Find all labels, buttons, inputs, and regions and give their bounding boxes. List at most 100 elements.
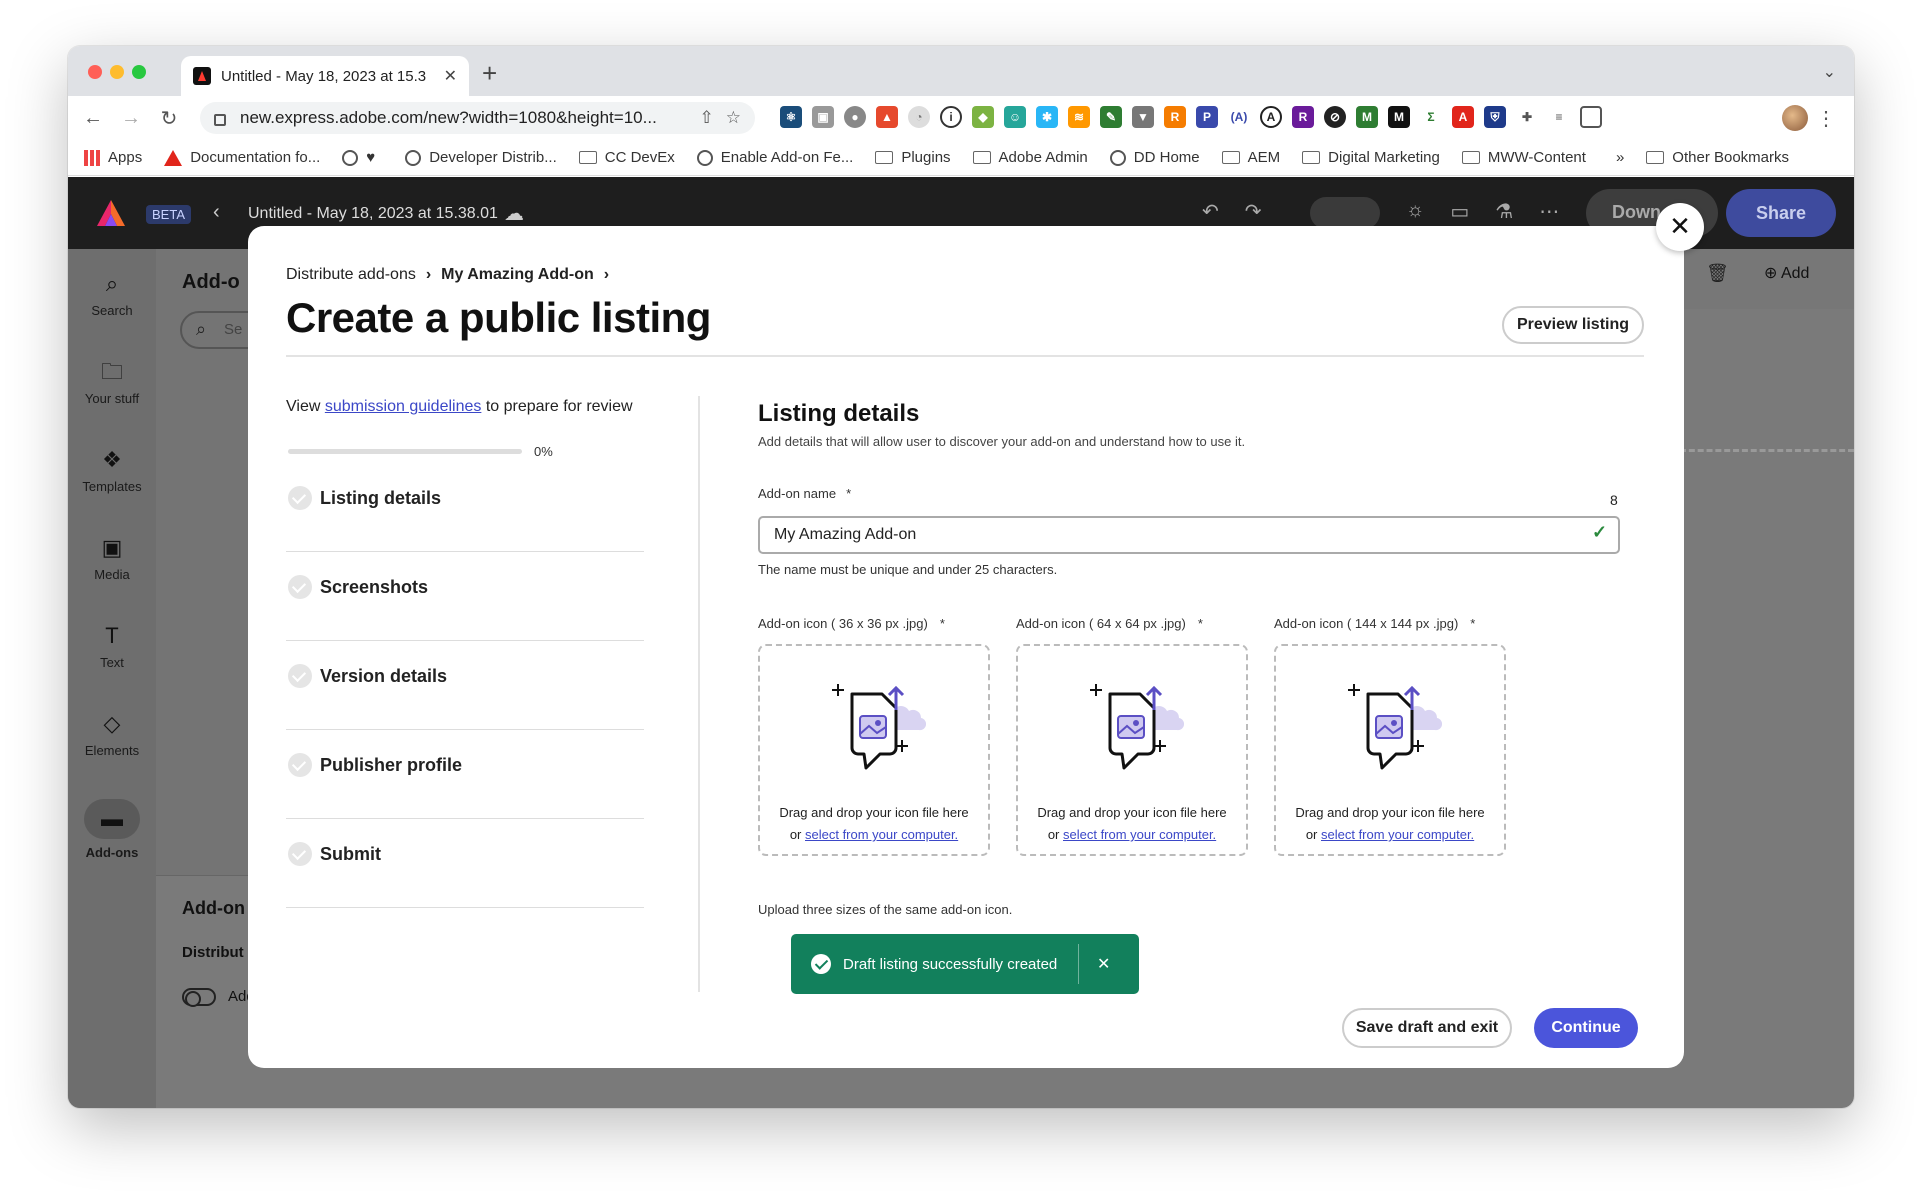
share-icon[interactable]: ⇧ <box>700 108 714 128</box>
continue-button[interactable]: Continue <box>1534 1008 1638 1048</box>
extension-shield-icon[interactable]: ⛨ <box>1484 106 1506 128</box>
extension-orange-icon[interactable]: R <box>1164 106 1186 128</box>
step-item[interactable]: Listing details <box>286 464 644 552</box>
select-file-link[interactable]: select from your computer. <box>805 827 958 842</box>
bookmark-item[interactable]: AEM <box>1221 149 1280 166</box>
forward-arrow-icon[interactable]: → <box>112 107 150 130</box>
flask-icon[interactable]: ⚗ <box>1495 199 1513 224</box>
addon-testing-toggle[interactable] <box>182 988 216 1007</box>
collaborators-button[interactable] <box>1310 197 1380 229</box>
address-bar[interactable]: new.express.adobe.com/new?width=1080&hei… <box>200 102 755 134</box>
nav-item-add-ons[interactable]: ▬ Add-ons <box>68 799 156 860</box>
toast-close-icon[interactable]: ✕ <box>1097 954 1139 974</box>
maximize-window-button[interactable] <box>132 65 146 79</box>
step-item[interactable]: Version details <box>286 642 644 730</box>
bookmark-item[interactable]: Enable Add-on Fe... <box>696 149 853 166</box>
lightbulb-icon[interactable]: ☼ <box>1406 199 1424 224</box>
new-tab-button[interactable]: + <box>482 58 497 89</box>
extension-asterisk-icon[interactable]: ✱ <box>1036 106 1058 128</box>
icon-drop-zone[interactable]: Drag and drop your icon file here or sele… <box>1016 644 1248 856</box>
bookmark-item[interactable]: Developer Distrib... <box>405 149 557 166</box>
nav-item-search[interactable]: ⌕ Search <box>68 271 156 318</box>
profile-avatar[interactable] <box>1782 105 1808 131</box>
icon-drop-zone[interactable]: Drag and drop your icon file here or sele… <box>1274 644 1506 856</box>
save-draft-button[interactable]: Save draft and exit <box>1342 1008 1512 1048</box>
browser-menu-icon[interactable]: ⋮ <box>1816 106 1836 131</box>
bookmarks-overflow-button[interactable]: » <box>1616 149 1624 166</box>
more-icon[interactable]: ⋯ <box>1539 199 1559 224</box>
select-file-link[interactable]: select from your computer. <box>1321 827 1474 842</box>
modal-close-button[interactable]: ✕ <box>1656 203 1704 251</box>
step-item[interactable]: Submit <box>286 820 644 908</box>
back-arrow-icon[interactable]: ← <box>74 107 112 130</box>
tab-search-chevron-icon[interactable]: ⌄ <box>1823 62 1836 82</box>
extensions-puzzle-icon[interactable]: ✚ <box>1516 106 1538 128</box>
extension-evernote-icon[interactable]: ✎ <box>1100 106 1122 128</box>
preview-listing-button[interactable]: Preview listing <box>1502 306 1644 344</box>
extension-timer-icon[interactable]: ◔ <box>908 106 930 128</box>
extension-green-icon[interactable]: ☺ <box>1004 106 1026 128</box>
bookmark-item[interactable]: Digital Marketing <box>1302 149 1440 166</box>
document-title[interactable]: Untitled - May 18, 2023 at 15.38.01 <box>248 205 498 223</box>
extension-info-icon[interactable]: i <box>940 106 962 128</box>
step-item[interactable]: Publisher profile <box>286 731 644 819</box>
submission-guidelines-link[interactable]: submission guidelines <box>325 398 482 415</box>
addon-name-input[interactable]: My Amazing Add-on <box>758 516 1620 554</box>
extension-android-icon[interactable]: ◆ <box>972 106 994 128</box>
extension-m-icon[interactable]: M <box>1356 106 1378 128</box>
nav-item-elements[interactable]: ◇ Elements <box>68 711 156 758</box>
nav-item-templates[interactable]: ❖ Templates <box>68 447 156 494</box>
undo-icon[interactable]: ↶ <box>1202 199 1219 224</box>
extension-adobe-icon[interactable]: A <box>1452 106 1474 128</box>
globe-icon <box>696 149 713 166</box>
icon-drop-zone[interactable]: Drag and drop your icon file here or sele… <box>758 644 990 856</box>
step-item[interactable]: Screenshots <box>286 553 644 641</box>
extension-sigma-icon[interactable]: Σ <box>1420 106 1442 128</box>
back-chevron-icon[interactable]: ‹ <box>213 201 220 224</box>
folder-icon <box>1302 151 1321 164</box>
icon-slot-label: Add-on icon ( 36 x 36 px .jpg) * <box>758 616 945 631</box>
close-window-button[interactable] <box>88 65 102 79</box>
bookmark-item[interactable]: Plugins <box>875 149 951 166</box>
extension-v-icon[interactable]: ▼ <box>1132 106 1154 128</box>
bookmark-item[interactable]: ♥ <box>342 149 383 166</box>
breadcrumb-addon[interactable]: My Amazing Add-on <box>441 266 594 284</box>
redo-icon[interactable]: ↷ <box>1245 199 1262 224</box>
comment-icon[interactable]: ▭ <box>1450 199 1469 224</box>
reload-icon[interactable]: ↻ <box>150 106 188 131</box>
bookmark-item[interactable]: Adobe Admin <box>972 149 1088 166</box>
tab-close-icon[interactable]: ✕ <box>444 66 457 86</box>
bookmark-item[interactable]: Apps <box>84 149 142 166</box>
minimize-window-button[interactable] <box>110 65 124 79</box>
icon-slot-label: Add-on icon ( 64 x 64 px .jpg) * <box>1016 616 1203 631</box>
nav-item-text[interactable]: T Text <box>68 623 156 670</box>
other-bookmarks[interactable]: Other Bookmarks <box>1646 149 1789 166</box>
extension-r-icon[interactable]: R <box>1292 106 1314 128</box>
extension-bubble-icon[interactable]: ● <box>844 106 866 128</box>
extension-chat-icon[interactable]: ▣ <box>812 106 834 128</box>
nav-item-your-stuff[interactable]: 🗀 Your stuff <box>68 359 156 406</box>
share-button[interactable]: Share <box>1726 189 1836 237</box>
extension-lighthouse-icon[interactable]: ▲ <box>876 106 898 128</box>
extension-react-icon[interactable]: ⚛ <box>780 106 802 128</box>
extension-medium-icon[interactable]: M <box>1388 106 1410 128</box>
extension-a-bracket-icon[interactable]: (A) <box>1228 106 1250 128</box>
extension-blocked-icon[interactable]: ⊘ <box>1324 106 1346 128</box>
nav-item-media[interactable]: ▣ Media <box>68 535 156 582</box>
bookmark-item[interactable]: CC DevEx <box>578 149 675 166</box>
reading-list-icon[interactable]: ≡ <box>1548 106 1570 128</box>
side-panel-icon[interactable] <box>1580 106 1602 128</box>
add-page-button[interactable]: ⊕ Add <box>1764 263 1809 283</box>
bookmark-star-icon[interactable]: ☆ <box>726 108 741 128</box>
select-file-link[interactable]: select from your computer. <box>1063 827 1216 842</box>
apps-grid-icon <box>84 149 100 166</box>
extension-p-icon[interactable]: P <box>1196 106 1218 128</box>
breadcrumb-distribute[interactable]: Distribute add-ons <box>286 266 416 284</box>
extension-rss-icon[interactable]: ≋ <box>1068 106 1090 128</box>
trash-icon[interactable]: 🗑 <box>1706 263 1729 284</box>
bookmark-item[interactable]: Documentation fo... <box>164 149 320 166</box>
bookmark-item[interactable]: MWW-Content <box>1461 149 1586 166</box>
extension-a-circle-icon[interactable]: A <box>1260 106 1282 128</box>
browser-tab[interactable]: Untitled - May 18, 2023 at 15.3 ✕ <box>181 56 469 96</box>
bookmark-item[interactable]: DD Home <box>1109 149 1200 166</box>
